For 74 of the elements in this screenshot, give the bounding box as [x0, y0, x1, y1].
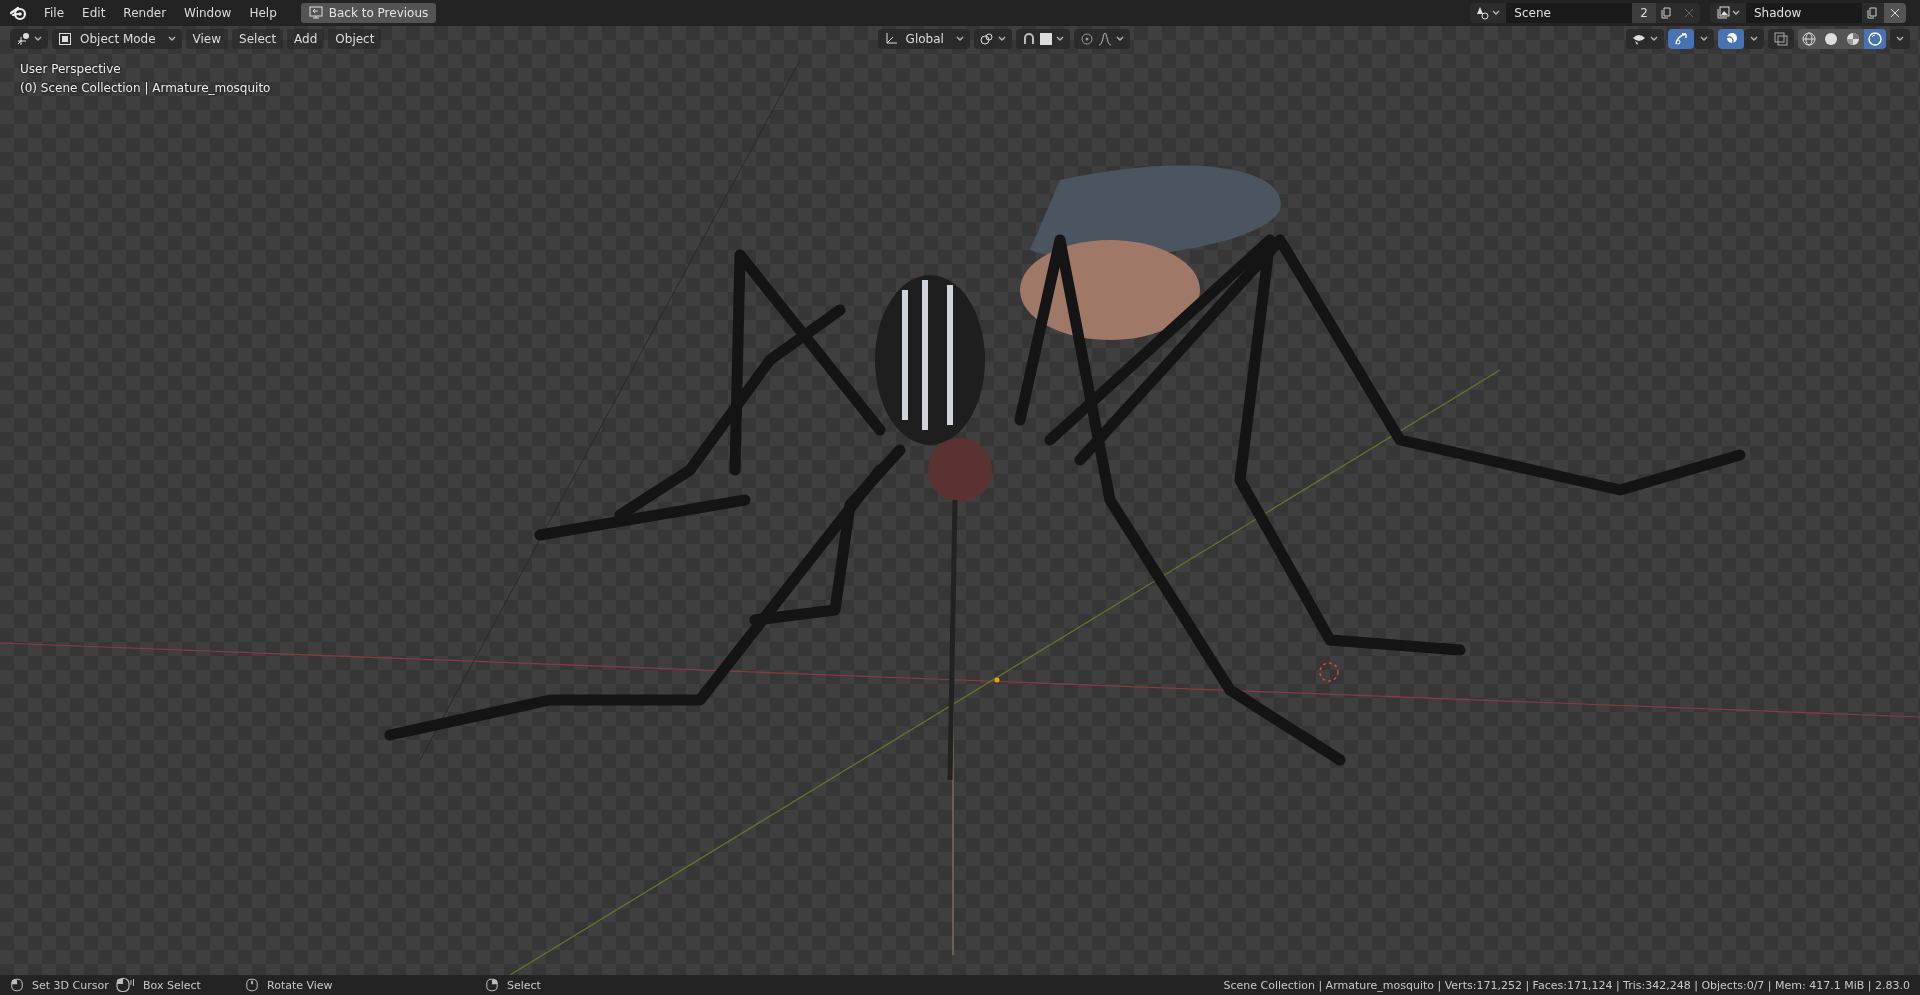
falloff-curve-icon — [1097, 32, 1112, 46]
close-icon[interactable] — [1884, 3, 1906, 23]
menu-item[interactable]: Edit — [74, 3, 114, 23]
menu-item[interactable]: File — [36, 3, 73, 23]
status-hint-text: Select — [507, 978, 541, 992]
image-stack-icon — [1716, 6, 1730, 20]
caret-icon — [955, 36, 964, 42]
solid-sphere-icon — [1824, 32, 1838, 46]
overlays-toggle[interactable] — [1718, 29, 1744, 49]
menu-item[interactable]: Help — [241, 3, 285, 23]
mouse-icon — [245, 977, 259, 993]
caret-icon — [34, 36, 42, 42]
caret-icon — [167, 36, 176, 42]
eye-icon — [1632, 32, 1646, 46]
proportional-edit-button[interactable] — [1073, 29, 1130, 49]
transform-axes-icon — [883, 32, 898, 46]
caret-icon — [1055, 36, 1064, 42]
caret-icon — [1700, 36, 1708, 42]
caret-icon — [1750, 36, 1758, 42]
snap-button[interactable] — [1015, 29, 1070, 49]
caret-icon — [1115, 36, 1124, 42]
xray-icon — [1774, 32, 1788, 46]
menu-item[interactable]: Object — [328, 29, 382, 49]
orientation-dropdown[interactable]: Global — [877, 29, 970, 49]
mouse-icon — [10, 977, 24, 993]
status-hint-text: Set 3D Cursor — [32, 978, 109, 992]
material-sphere-icon — [1846, 32, 1860, 46]
overlay-icon — [1724, 32, 1738, 46]
duplicate-icon[interactable] — [1656, 3, 1678, 23]
axes-icon — [16, 32, 30, 46]
caret-icon — [1732, 10, 1740, 16]
menu-item[interactable]: Render — [115, 3, 175, 23]
view-layer-selector[interactable]: Shadow — [1710, 3, 1906, 23]
rendered-sphere-icon — [1868, 32, 1882, 46]
menu-item[interactable]: Window — [176, 3, 240, 23]
wireframe-shading-button[interactable] — [1798, 29, 1820, 49]
xray-toggle[interactable] — [1768, 29, 1794, 49]
material-shading-button[interactable] — [1842, 29, 1864, 49]
menu-item[interactable]: Add — [287, 29, 325, 49]
gizmos-toggle[interactable] — [1668, 29, 1694, 49]
pivot-dropdown[interactable] — [973, 29, 1012, 49]
caret-icon — [997, 36, 1006, 42]
mouse-icon — [485, 977, 499, 993]
visibility-dropdown[interactable] — [1626, 29, 1664, 49]
user-count: 2 — [1632, 3, 1656, 23]
caret-icon — [1896, 36, 1904, 42]
scene-icon — [1476, 6, 1491, 20]
scene-selector[interactable]: Scene 2 — [1470, 3, 1700, 23]
gizmo-icon — [1674, 32, 1688, 46]
magnet-icon — [1021, 32, 1036, 46]
status-hint-text: Rotate View — [267, 978, 333, 992]
back-to-previous-button[interactable]: Back to Previous — [300, 3, 437, 23]
menu-item[interactable]: Select — [232, 29, 284, 49]
caret-icon — [1650, 36, 1658, 42]
monitor-back-icon — [308, 6, 323, 20]
viewport-info-text: (0) Scene Collection | Armature_mosquito — [20, 81, 271, 95]
dropdown-button[interactable] — [1890, 29, 1910, 49]
square-icon — [1039, 33, 1052, 45]
editor-type-button[interactable] — [10, 29, 48, 49]
caret-icon — [1492, 10, 1501, 16]
cube-icon — [58, 32, 72, 46]
menu-item[interactable]: View — [185, 29, 229, 49]
viewport-info-text: User Perspective — [20, 62, 122, 76]
duplicate-icon[interactable] — [1862, 3, 1884, 23]
status-hint-text: Box Select — [143, 978, 201, 992]
target-icon — [1079, 32, 1094, 46]
blender-logo-icon[interactable] — [10, 5, 28, 21]
link-icon — [979, 32, 994, 46]
rendered-shading-button[interactable] — [1864, 29, 1886, 49]
wireframe-sphere-icon — [1802, 32, 1816, 46]
mode-dropdown[interactable]: Object Mode — [52, 29, 182, 49]
mouse-icon — [115, 977, 135, 993]
3d-viewport[interactable]: Object Mode View Select Add Object Global User Perspective (0) Scene Collection | Armature_mosquito — [0, 26, 1920, 975]
scene-statistics-text: Scene Collection | Armature_mosquito | Verts:171,252 | Faces:171,124 | Tris:342,248 | Objects:0/7 | Mem: 417.1 MiB | 2.83.0 — [1223, 978, 1910, 992]
